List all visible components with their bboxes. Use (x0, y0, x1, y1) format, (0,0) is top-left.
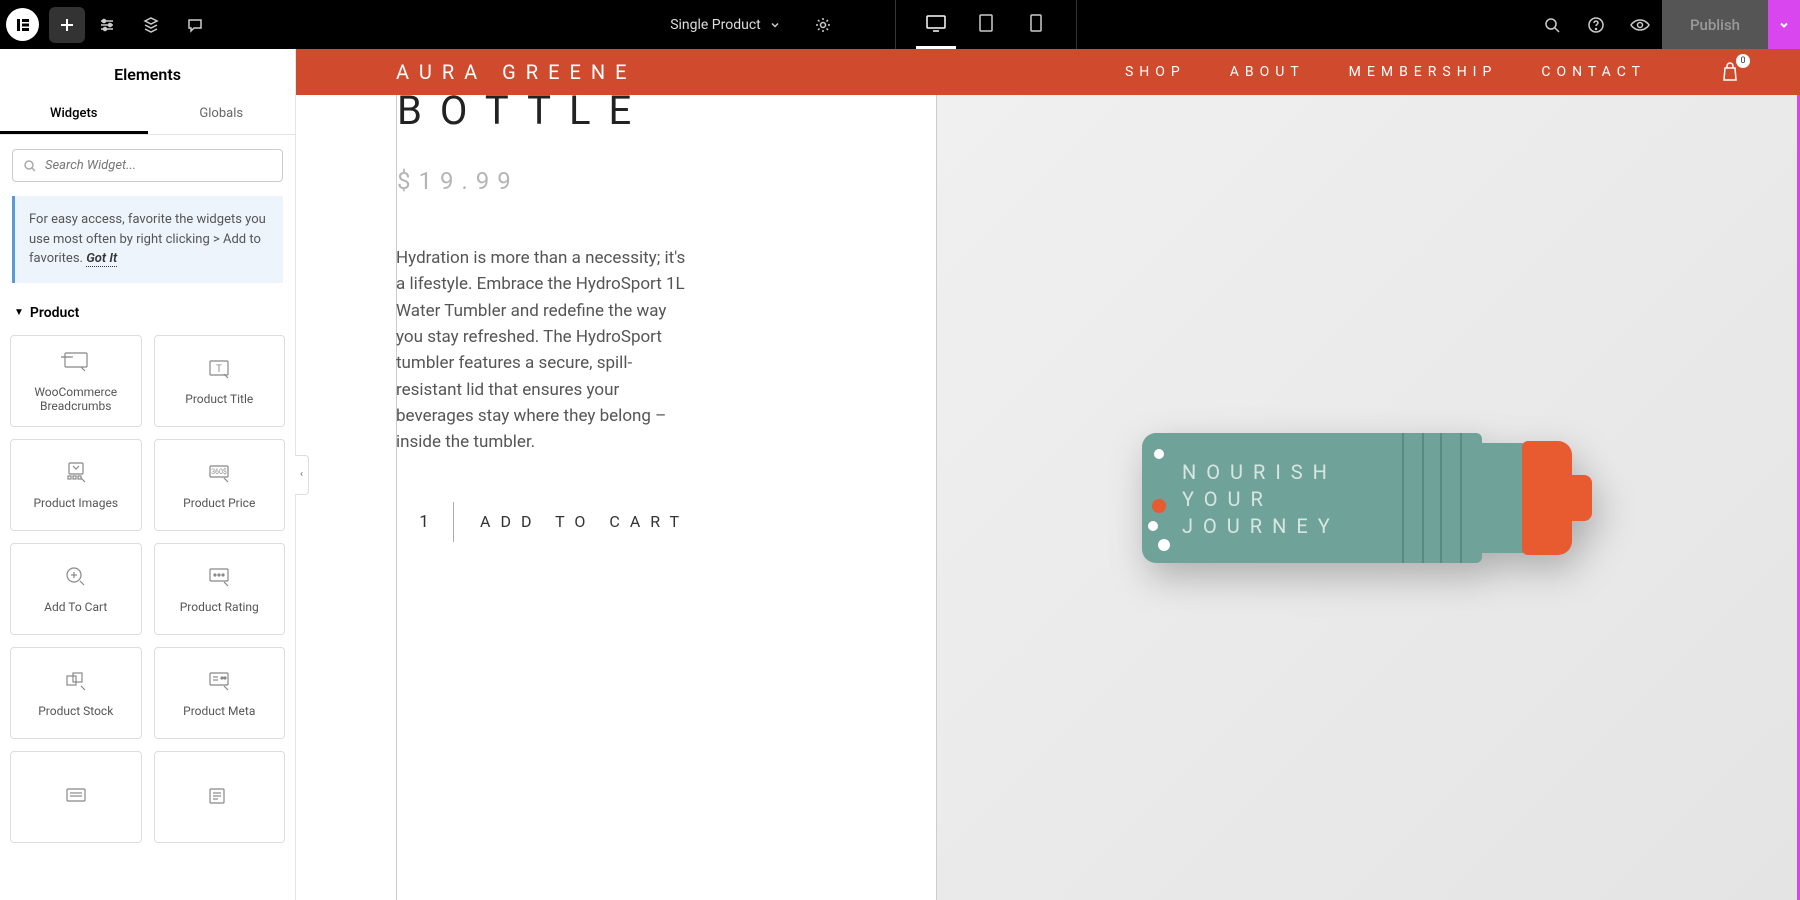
search-icon (23, 159, 37, 173)
bottle-decoration (1148, 443, 1170, 553)
panel-tabs: Widgets Globals (0, 96, 295, 135)
widget-product-images[interactable]: Product Images (10, 439, 142, 531)
search-input[interactable] (45, 158, 272, 173)
product-image: NOURISH YOUR JOURNEY (1142, 433, 1592, 563)
document-title-label: Single Product (670, 17, 761, 33)
nav-about[interactable]: ABOUT (1230, 64, 1305, 80)
cart-button[interactable]: 0 (1720, 62, 1740, 82)
brand-logo[interactable]: AURA GREENE (396, 60, 637, 84)
product-section: BOTTLE $19.99 Hydration is more than a n… (296, 95, 1800, 900)
nav-membership[interactable]: MEMBERSHIP (1349, 64, 1498, 80)
title-icon: T (204, 356, 234, 382)
tip-dismiss[interactable]: Got It (86, 251, 117, 267)
widget-label: WooCommerce Breadcrumbs (17, 385, 135, 413)
rating-icon (204, 564, 234, 590)
product-description: Hydration is more than a necessity; it's… (396, 245, 696, 456)
nav-contact[interactable]: CONTACT (1541, 64, 1646, 80)
product-info-column: BOTTLE $19.99 Hydration is more than a n… (396, 95, 936, 900)
notes-icon[interactable] (173, 3, 217, 47)
price-icon: 360$ (204, 460, 234, 486)
breadcrumbs-icon (61, 349, 91, 375)
svg-text:T: T (216, 364, 222, 375)
publish-button[interactable]: Publish (1662, 0, 1768, 49)
chevron-down-icon (769, 19, 781, 31)
widget-product-rating[interactable]: Product Rating (154, 543, 286, 635)
product-title: BOTTLE (397, 85, 906, 137)
site-nav: SHOP ABOUT MEMBERSHIP CONTACT 0 (1125, 62, 1740, 82)
widget-label: Product Price (183, 496, 255, 510)
search-icon[interactable] (1530, 3, 1574, 47)
help-icon[interactable] (1574, 3, 1618, 47)
bottle-cap (1522, 441, 1572, 555)
widget-label: Product Stock (38, 704, 113, 718)
widget-icon (204, 784, 234, 810)
meta-icon (204, 668, 234, 694)
product-image-column: NOURISH YOUR JOURNEY (936, 95, 1800, 900)
responsive-device-group (895, 0, 1077, 49)
widget-product-title[interactable]: T Product Title (154, 335, 286, 427)
section-header-product[interactable]: ▼ Product (0, 299, 295, 335)
widget-label: Add To Cart (44, 600, 107, 614)
topbar-right-group: Publish (1530, 0, 1800, 49)
widget-product-stock[interactable]: Product Stock (10, 647, 142, 739)
desktop-device-button[interactable] (916, 1, 956, 49)
topbar-left-group (0, 3, 217, 47)
svg-text:360$: 360$ (211, 468, 227, 476)
bottle-slogan: NOURISH YOUR JOURNEY (1182, 459, 1340, 540)
main-layout: Elements Widgets Globals For easy access… (0, 49, 1800, 900)
nav-shop[interactable]: SHOP (1125, 64, 1186, 80)
favorites-tip: For easy access, favorite the widgets yo… (12, 196, 283, 283)
widget-product-meta[interactable]: Product Meta (154, 647, 286, 739)
bottle-line1: NOURISH (1182, 459, 1340, 486)
publish-label: Publish (1690, 16, 1740, 34)
tip-text: For easy access, favorite the widgets yo… (29, 212, 266, 266)
tab-globals[interactable]: Globals (148, 96, 296, 134)
topbar-center-group: Single Product (217, 0, 1530, 49)
publish-options-button[interactable] (1768, 0, 1800, 49)
quantity-input[interactable]: 1 (397, 512, 453, 532)
bottle-ridge (1402, 433, 1462, 563)
elements-panel: Elements Widgets Globals For easy access… (0, 49, 296, 900)
search-box[interactable] (12, 149, 283, 182)
bottle-line3: JOURNEY (1182, 513, 1340, 540)
stock-icon (61, 668, 91, 694)
preview-icon[interactable] (1618, 3, 1662, 47)
panel-title: Elements (0, 49, 295, 96)
settings-icon[interactable] (85, 3, 129, 47)
images-icon (61, 460, 91, 486)
section-label: Product (30, 305, 79, 321)
bottle-line2: YOUR (1182, 486, 1340, 513)
widget-icon (61, 784, 91, 810)
widget-label: Product Images (33, 496, 118, 510)
add-to-cart-row: 1 ADD TO CART (397, 502, 906, 542)
editor-topbar: Single Product Publish (0, 0, 1800, 49)
document-title-dropdown[interactable]: Single Product (670, 17, 781, 33)
cart-plus-icon (61, 564, 91, 590)
tab-widgets[interactable]: Widgets (0, 96, 148, 134)
widget-product-price[interactable]: 360$ Product Price (154, 439, 286, 531)
add-element-button[interactable] (49, 7, 85, 43)
product-price: $19.99 (397, 167, 906, 195)
widget-partial-2[interactable] (154, 751, 286, 843)
structure-icon[interactable] (129, 3, 173, 47)
widget-label: Product Title (185, 392, 253, 406)
widget-partial-1[interactable] (10, 751, 142, 843)
mobile-device-button[interactable] (1016, 1, 1056, 49)
widget-grid: WooCommerce Breadcrumbs T Product Title … (0, 335, 295, 853)
add-to-cart-button[interactable]: ADD TO CART (454, 512, 715, 531)
widget-add-to-cart[interactable]: Add To Cart (10, 543, 142, 635)
cart-count-badge: 0 (1736, 54, 1750, 68)
widget-label: Product Rating (180, 600, 259, 614)
tablet-device-button[interactable] (966, 1, 1006, 49)
page-settings-icon[interactable] (801, 3, 845, 47)
bottle-nozzle (1568, 475, 1592, 521)
widget-label: Product Meta (183, 704, 255, 718)
caret-down-icon: ▼ (14, 307, 24, 318)
elementor-logo[interactable] (6, 8, 39, 41)
search-wrap (0, 135, 295, 196)
preview-canvas: AURA GREENE SHOP ABOUT MEMBERSHIP CONTAC… (296, 49, 1800, 900)
widget-woocommerce-breadcrumbs[interactable]: WooCommerce Breadcrumbs (10, 335, 142, 427)
